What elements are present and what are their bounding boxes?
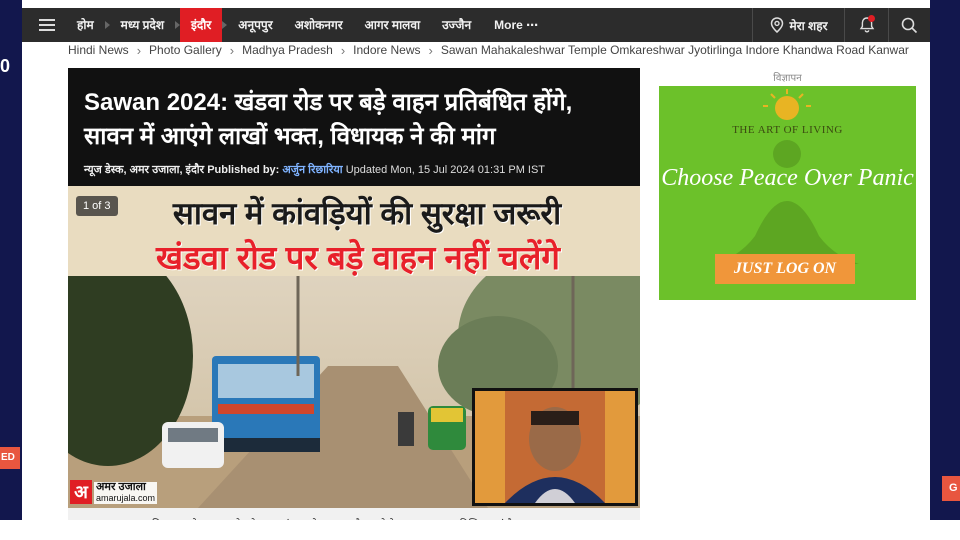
article-title: Sawan 2024: खंडवा रोड पर बड़े वाहन प्रति… bbox=[84, 89, 573, 150]
nav-item-agar-malwa[interactable]: आगर मालवा bbox=[354, 8, 431, 42]
breadcrumb-chevron-icon: › bbox=[229, 43, 235, 58]
breadcrumb-photo-gallery[interactable]: Photo Gallery bbox=[149, 43, 222, 59]
location-pin-icon bbox=[770, 17, 783, 33]
nav-item-anuppur[interactable]: अनूपपुर bbox=[227, 8, 283, 42]
nav-more-label: More bbox=[494, 18, 523, 32]
published-by-label: Published by: bbox=[207, 164, 280, 176]
breadcrumb-hindi-news[interactable]: Hindi News bbox=[68, 43, 129, 59]
gallery-photo[interactable]: सावन में कांवड़ियों की सुरक्षा जरूरी खंड… bbox=[68, 186, 640, 508]
ad-brand-name: THE ART OF LIVING bbox=[732, 124, 843, 136]
right-banner-button[interactable]: G bbox=[942, 476, 960, 501]
my-city-label: मेरा शहर bbox=[789, 18, 828, 33]
breadcrumb-indore-news[interactable]: Indore News bbox=[353, 43, 420, 59]
nav-utilities: मेरा शहर bbox=[752, 8, 930, 42]
article-header: Sawan 2024: खंडवा रोड पर बड़े वाहन प्रति… bbox=[68, 68, 640, 186]
breadcrumb-chevron-icon: › bbox=[340, 43, 346, 58]
top-navigation: होम मध्य प्रदेश इंदौर अनूपपुर अशोकनगर आग… bbox=[22, 8, 930, 42]
ad-headline: Choose Peace Over Panic bbox=[661, 165, 914, 191]
breadcrumb-current-page: Sawan Mahakaleshwar Temple Omkareshwar J… bbox=[440, 43, 909, 57]
advertisement-label: विज्ञापन bbox=[773, 73, 802, 84]
gallery-counter: 1 of 3 bbox=[76, 196, 118, 216]
right-side-banner[interactable]: G bbox=[930, 0, 960, 520]
page-bottom-strip bbox=[0, 520, 960, 540]
nav-more-button[interactable]: More ⋯ bbox=[482, 18, 548, 32]
hamburger-icon[interactable] bbox=[28, 8, 66, 42]
ad-cta-button[interactable]: JUST LOG ON bbox=[715, 254, 855, 284]
watermark-brand-name: अमर उजाला bbox=[96, 481, 146, 493]
nav-item-ujjain[interactable]: उज्जैन bbox=[431, 8, 482, 42]
article-desk: न्यूज डेस्क, अमर उजाला, इंदौर bbox=[84, 164, 205, 176]
mla-portrait-image bbox=[475, 391, 635, 503]
left-side-banner[interactable]: 0 ED bbox=[0, 0, 22, 520]
breadcrumb-madhya-pradesh[interactable]: Madhya Pradesh bbox=[242, 43, 333, 59]
article-author-link[interactable]: अर्जुन रिछारिया bbox=[282, 164, 342, 176]
nav-item-ashoknagar[interactable]: अशोकनगर bbox=[284, 8, 354, 42]
more-dots-icon: ⋯ bbox=[526, 18, 539, 32]
notifications-button[interactable] bbox=[844, 8, 888, 42]
photo-overlay-line-2: खंडवा रोड पर बड़े वाहन नहीं चलेंगे bbox=[155, 239, 561, 276]
nav-item-madhya-pradesh[interactable]: मध्य प्रदेश bbox=[110, 8, 175, 42]
breadcrumb-chevron-icon: › bbox=[136, 43, 142, 58]
nav-item-home[interactable]: होम bbox=[66, 8, 105, 42]
my-city-button[interactable]: मेरा शहर bbox=[752, 8, 844, 42]
advertisement-banner[interactable]: THE ART OF LIVING Choose Peace Over Pani… bbox=[659, 86, 916, 300]
notification-badge bbox=[868, 15, 875, 22]
watermark-brand-url: amarujala.com bbox=[96, 493, 156, 503]
left-banner-mark: 0 bbox=[0, 56, 11, 76]
left-banner-button[interactable]: ED bbox=[0, 447, 20, 469]
search-icon bbox=[901, 17, 918, 33]
search-button[interactable] bbox=[888, 8, 930, 42]
breadcrumb: Hindi News › Photo Gallery › Madhya Prad… bbox=[68, 43, 909, 59]
inset-portrait bbox=[472, 388, 638, 506]
publisher-logo-icon: अ bbox=[70, 480, 92, 504]
photo-overlay-line-1: सावन में कांवड़ियों की सुरक्षा जरूरी bbox=[172, 196, 562, 231]
breadcrumb-chevron-icon: › bbox=[428, 43, 433, 58]
nav-item-indore[interactable]: इंदौर bbox=[180, 8, 223, 42]
article-meta: न्यूज डेस्क, अमर उजाला, इंदौर Published … bbox=[84, 162, 545, 177]
article-updated-time: Updated Mon, 15 Jul 2024 01:31 PM IST bbox=[345, 164, 546, 176]
publisher-watermark: अ अमर उजाला amarujala.com bbox=[70, 480, 158, 504]
